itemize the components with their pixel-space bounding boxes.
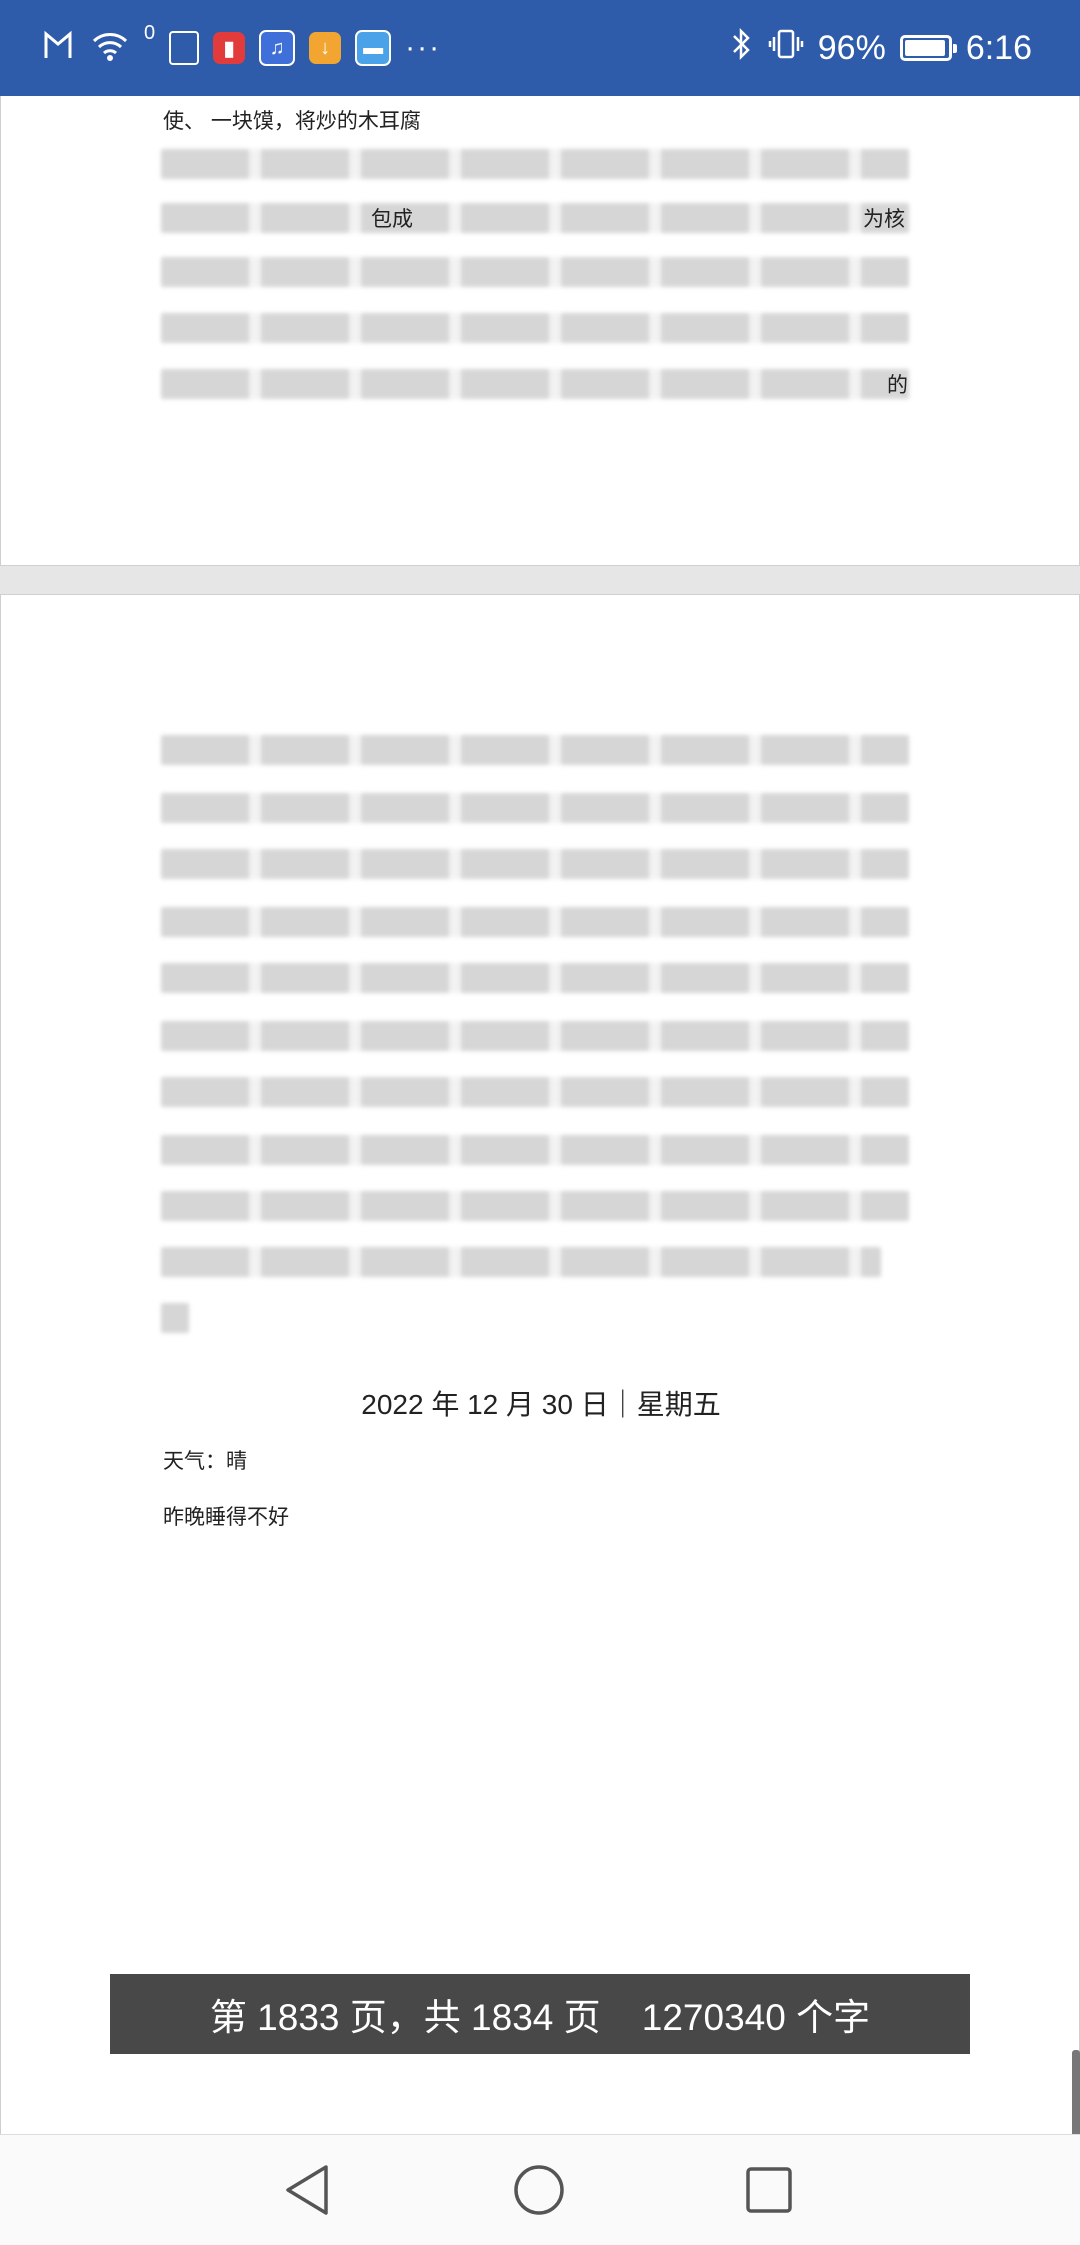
- home-circle-icon: [514, 2165, 564, 2215]
- redacted-line: [161, 1303, 189, 1333]
- status-left: 0 ▮ ♫ ↓ ▬ ···: [40, 22, 441, 74]
- wifi-icon: [90, 29, 130, 68]
- back-button[interactable]: [274, 2157, 340, 2223]
- notification-icon: [40, 28, 76, 69]
- redacted-line: [161, 963, 909, 993]
- text-fragment: 的: [887, 374, 908, 397]
- bluetooth-icon: [730, 26, 754, 71]
- redacted-line: [161, 203, 909, 233]
- battery-icon: [899, 35, 957, 61]
- redacted-line: [161, 257, 909, 287]
- battery-level: [904, 40, 946, 56]
- redacted-line: [161, 369, 909, 399]
- entry-date-heading: 2022 年 12 月 30 日｜星期五: [361, 1389, 721, 1420]
- clipboard-icon: [169, 31, 200, 65]
- notification-count: 0: [144, 22, 156, 44]
- book-app-icon: ▮: [213, 32, 246, 64]
- redacted-line: [161, 1191, 909, 1221]
- redacted-line: [161, 1077, 909, 1107]
- document-page[interactable]: 使、 一块馍，将炒的木耳腐 包成 为核 的: [0, 96, 1080, 566]
- clock: 6:16: [965, 28, 1032, 67]
- recents-button[interactable]: [736, 2157, 802, 2223]
- document-viewer[interactable]: 使、 一块馍，将炒的木耳腐 包成 为核 的 2022 年 12 月 30 日｜星…: [0, 96, 1080, 2134]
- recents-square-icon: [746, 2167, 792, 2213]
- battery-percentage: 96%: [817, 28, 886, 67]
- redacted-line: [161, 1247, 881, 1277]
- entry-body: 昨晚睡得不好: [163, 1506, 289, 1529]
- download-app-icon: ↓: [309, 32, 342, 64]
- scrollbar-thumb[interactable]: [1072, 2050, 1080, 2134]
- redacted-line: [161, 793, 909, 823]
- redacted-line: [161, 735, 909, 765]
- text-fragment: 包成: [371, 208, 413, 231]
- redacted-line: [161, 1135, 909, 1165]
- system-navigation-bar: [0, 2134, 1080, 2245]
- redacted-line: [161, 149, 909, 179]
- more-notifications-icon: ···: [405, 31, 442, 64]
- vibrate-icon: [768, 26, 804, 71]
- status-bar: 0 ▮ ♫ ↓ ▬ ··· 96% 6:16: [0, 0, 1080, 96]
- weather-line: 天气：晴: [163, 1450, 247, 1473]
- back-triangle-icon: [286, 2165, 328, 2215]
- redacted-line: [161, 849, 909, 879]
- page-count-indicator: 第 1833 页，共 1834 页 1270340 个字: [110, 1974, 970, 2054]
- status-right: 96% 6:16: [730, 22, 1032, 74]
- home-button[interactable]: [506, 2157, 572, 2223]
- music-app-icon: ♫: [259, 30, 296, 66]
- redacted-line: [161, 907, 909, 937]
- redacted-line: [161, 1021, 909, 1051]
- gallery-app-icon: ▬: [355, 30, 392, 66]
- text-fragment: 使、 一块馍，将炒的木耳腐: [163, 110, 421, 133]
- text-fragment: 为核: [863, 208, 905, 231]
- document-page[interactable]: 2022 年 12 月 30 日｜星期五 天气：晴 昨晚睡得不好: [0, 594, 1080, 2134]
- redacted-line: [161, 313, 909, 343]
